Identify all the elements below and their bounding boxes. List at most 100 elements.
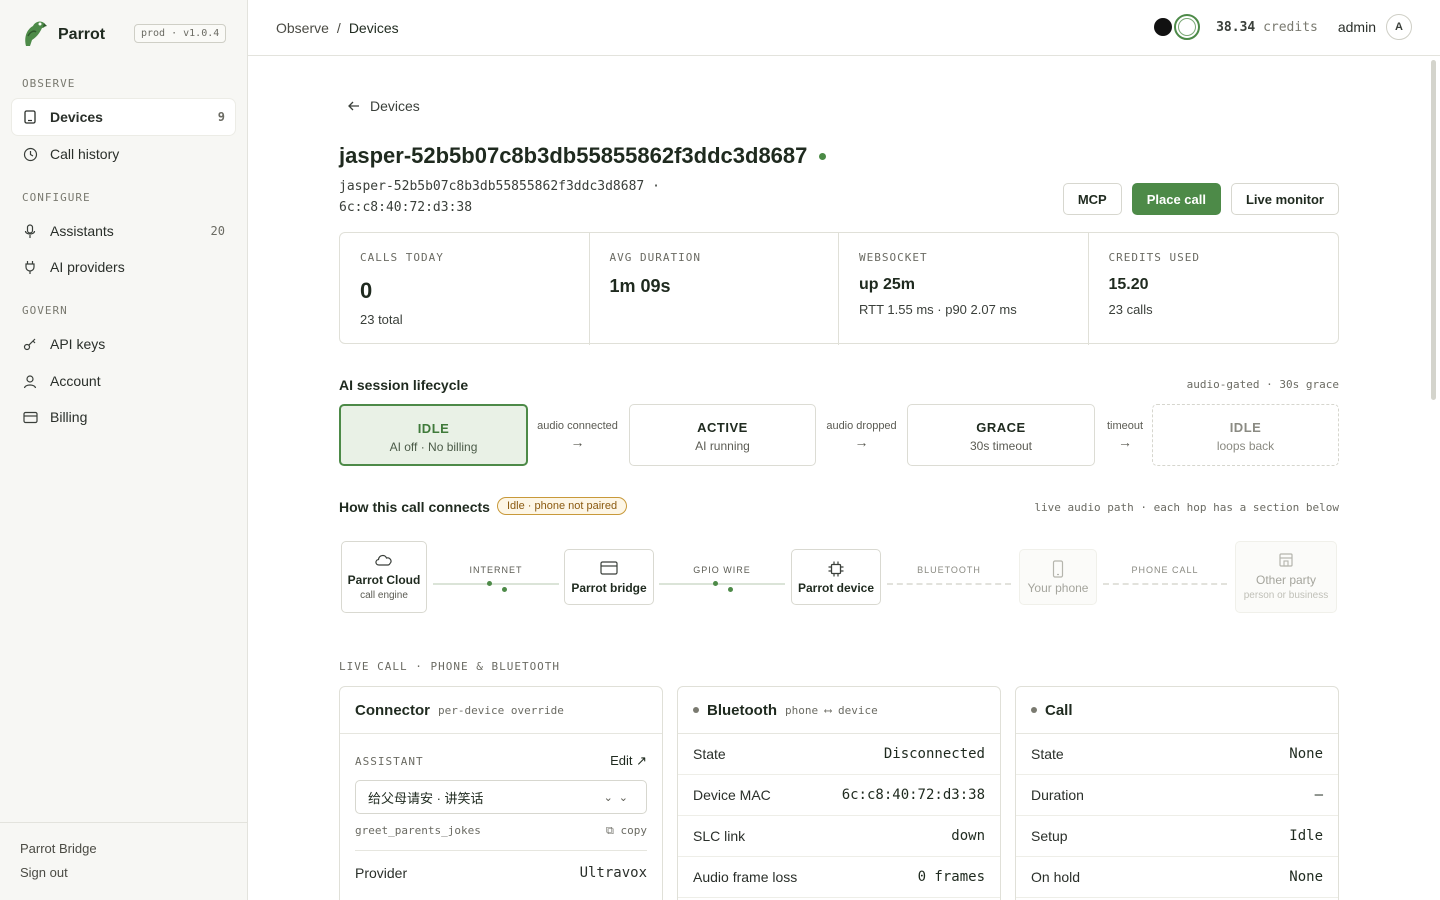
- sidebar-item-call-history[interactable]: Call history: [12, 136, 235, 172]
- stat-label: WEBSOCKET: [859, 251, 928, 264]
- row-key: Audio frame loss: [693, 869, 798, 885]
- hop-parrot-cloud[interactable]: Parrot Cloud call engine: [341, 541, 427, 613]
- breadcrumb-observe[interactable]: Observe: [276, 20, 329, 36]
- topbar: Observe / Devices 38.34 credits admin A: [248, 0, 1440, 56]
- cloud-icon: [342, 552, 426, 570]
- sign-out-link[interactable]: Sign out: [20, 865, 227, 880]
- avatar[interactable]: A: [1386, 14, 1412, 40]
- nav-section-govern: GOVERN: [22, 304, 68, 317]
- link-internet: INTERNET: [433, 565, 559, 592]
- user-icon: [22, 373, 38, 389]
- hop-name: Parrot device: [797, 581, 875, 595]
- stat-sub: 23 total: [360, 312, 403, 327]
- assistant-select[interactable]: 给父母请安 · 讲笑话 ⌄⌄: [355, 780, 647, 814]
- hop-parrot-device[interactable]: Parrot device: [791, 549, 881, 605]
- arrow-right-icon: →: [1118, 434, 1132, 450]
- status-badge: Idle · phone not paired: [497, 497, 628, 515]
- lifecycle-state-idle-loop: IDLE loops back: [1152, 404, 1339, 466]
- assistant-id-row: greet_parents_jokes ⧉ copy: [355, 824, 647, 838]
- card-title: Bluetooth: [707, 701, 777, 719]
- sidebar-item-label: Account: [50, 373, 101, 389]
- nav-section-configure: CONFIGURE: [22, 191, 91, 204]
- back-label: Devices: [370, 98, 420, 114]
- live-monitor-button[interactable]: Live monitor: [1230, 183, 1339, 215]
- divider: [355, 850, 647, 851]
- row-key: On hold: [1031, 869, 1081, 885]
- state-sub: loops back: [1216, 439, 1275, 453]
- provider-value: Ultravox: [579, 865, 647, 881]
- sidebar-item-label: Billing: [50, 409, 88, 425]
- row-value: –: [1314, 787, 1323, 803]
- hop-desc: call engine: [360, 590, 408, 601]
- hop-parrot-bridge[interactable]: Parrot bridge: [564, 549, 654, 605]
- light-mode-icon[interactable]: [1174, 14, 1201, 40]
- app-name: Parrot: [58, 25, 106, 43]
- link-gpio-wire: GPIO WIRE: [659, 565, 785, 592]
- credits-balance: 38.34 credits: [1216, 20, 1318, 35]
- lifecycle-title: AI session lifecycle: [339, 377, 469, 393]
- mcp-button[interactable]: MCP: [1062, 183, 1122, 215]
- hop-your-phone[interactable]: Your phone: [1019, 549, 1097, 605]
- state-title: GRACE: [976, 420, 1026, 435]
- place-call-button[interactable]: Place call: [1131, 183, 1221, 215]
- packet-dot: [487, 581, 492, 586]
- credits-label: credits: [1263, 19, 1318, 35]
- bluetooth-card: Bluetooth phone ⟷ device State Disconnect…: [677, 686, 1001, 900]
- stat-label: CALLS TODAY: [360, 251, 444, 264]
- row-key: Device MAC: [693, 787, 771, 803]
- tablet-icon: [22, 109, 38, 125]
- connector-body: ASSISTANT Edit ↗ 给父母请安 · 讲笑话 ⌄⌄ greet_pa…: [340, 753, 662, 881]
- link-phone-call: PHONE CALL: [1103, 565, 1227, 585]
- packet-dot: [502, 587, 507, 592]
- sidebar-item-assistants[interactable]: Assistants 20: [12, 213, 235, 249]
- hop-name: Your phone: [1027, 581, 1089, 595]
- env-badge: prod · v1.0.4: [134, 24, 227, 43]
- stat-avg-duration: AVG DURATION 1m 09s: [590, 233, 839, 345]
- bridge-icon: [565, 560, 653, 578]
- sidebar-item-label: Call history: [50, 146, 120, 162]
- state-sub: 30s timeout: [969, 439, 1033, 453]
- chevron-down-icon: ⌄⌄: [603, 791, 634, 804]
- dark-mode-icon[interactable]: [1154, 18, 1173, 36]
- hop-other-party[interactable]: Other party person or business: [1235, 541, 1337, 613]
- stat-calls-today: CALLS TODAY 0 23 total: [340, 233, 590, 345]
- link-label: PHONE CALL: [1131, 565, 1199, 575]
- username[interactable]: admin: [1338, 19, 1376, 35]
- call-row-state: State None: [1016, 734, 1338, 775]
- card-subtitle: phone ⟷ device: [784, 703, 878, 717]
- edit-assistant-link[interactable]: Edit ↗: [610, 753, 647, 769]
- bt-row-device-mac: Device MAC 6c:c8:40:72:d3:38: [678, 775, 1000, 816]
- transition-label: audio connected: [537, 420, 618, 432]
- connector-card: Connector per-device override ASSISTANT …: [339, 686, 663, 900]
- assistant-header: ASSISTANT Edit ↗: [355, 753, 647, 769]
- parrot-bridge-link[interactable]: Parrot Bridge: [20, 841, 227, 856]
- sidebar-item-billing[interactable]: Billing: [12, 399, 235, 435]
- brand[interactable]: Parrot: [20, 18, 105, 51]
- row-key: SLC link: [693, 828, 746, 844]
- sidebar-item-api-keys[interactable]: API keys: [12, 326, 235, 362]
- transition-timeout: timeout →: [1099, 420, 1151, 450]
- link-line: [887, 583, 1011, 585]
- device-actions: MCP Place call Live monitor: [1062, 183, 1339, 215]
- sidebar-item-account[interactable]: Account: [12, 363, 235, 399]
- sidebar-footer: Parrot Bridge Sign out: [0, 822, 247, 900]
- theme-toggle[interactable]: [1154, 14, 1201, 40]
- sidebar-item-ai-providers[interactable]: AI providers: [12, 249, 235, 285]
- credits-value: 38.34: [1216, 19, 1256, 35]
- breadcrumb-devices: Devices: [348, 20, 399, 36]
- online-status-dot: [819, 152, 827, 160]
- scrollbar[interactable]: [1431, 60, 1436, 400]
- device-mac: 6c:c8:40:72:d3:38: [339, 200, 473, 215]
- back-to-devices[interactable]: Devices: [348, 98, 420, 114]
- transition-label: timeout: [1106, 420, 1144, 432]
- card-header: Call: [1016, 687, 1338, 734]
- row-key: Setup: [1031, 828, 1068, 844]
- copy-button[interactable]: ⧉ copy: [606, 824, 647, 838]
- stat-websocket: WEBSOCKET up 25m RTT 1.55 ms · p90 2.07 …: [839, 233, 1089, 345]
- sidebar-item-devices[interactable]: Devices 9: [12, 99, 235, 135]
- card-header: Connector per-device override: [340, 687, 662, 734]
- assistant-selected-value: 给父母请安 · 讲笑话: [368, 790, 484, 806]
- row-value: Disconnected: [883, 746, 985, 762]
- arrow-right-icon: →: [570, 434, 585, 450]
- phone-icon: [1020, 560, 1096, 578]
